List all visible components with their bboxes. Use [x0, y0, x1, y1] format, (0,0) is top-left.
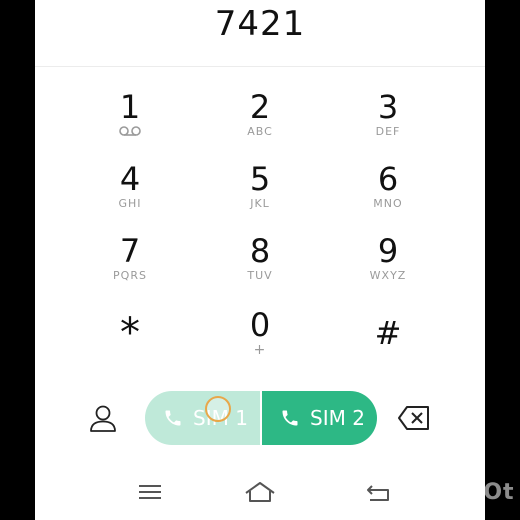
key-digit: # — [374, 314, 402, 352]
voicemail-icon — [119, 126, 141, 136]
key-7[interactable]: 7 PQRS — [75, 233, 185, 297]
key-star[interactable]: * — [75, 310, 185, 379]
key-letters: GHI — [118, 197, 142, 210]
key-digit: 1 — [119, 88, 141, 126]
dialed-number: 7421 — [214, 4, 306, 44]
phone-icon — [282, 410, 298, 426]
back-icon[interactable] — [364, 480, 394, 504]
key-6[interactable]: 6 MNO — [333, 161, 443, 225]
sim1-call-button[interactable]: SIM 1 — [145, 391, 260, 445]
key-digit: 8 — [249, 232, 271, 270]
key-letters: TUV — [247, 269, 273, 282]
key-5[interactable]: 5 JKL — [205, 161, 315, 225]
key-digit: 4 — [119, 160, 141, 198]
inshot-watermark: InShOt — [424, 480, 515, 505]
key-letters: JKL — [250, 197, 270, 210]
key-digit: 0 — [249, 306, 271, 344]
key-9[interactable]: 9 WXYZ — [333, 233, 443, 297]
key-3[interactable]: 3 DEF — [333, 89, 443, 153]
key-letters: DEF — [375, 125, 401, 138]
key-8[interactable]: 8 TUV — [205, 233, 315, 297]
dialer-screen: 7421 1 2 ABC 3 DEF 4 GHI 5 JKL 6 MNO 7 P… — [35, 0, 485, 520]
key-2[interactable]: 2 ABC — [205, 89, 315, 153]
key-digit: * — [120, 310, 140, 356]
key-digit: 3 — [377, 88, 399, 126]
key-letters: PQRS — [113, 269, 147, 282]
sim2-label: SIM 2 — [310, 406, 365, 430]
key-digit: 6 — [377, 160, 399, 198]
phone-icon — [165, 410, 181, 426]
key-digit: 9 — [377, 232, 399, 270]
key-letters: WXYZ — [369, 269, 407, 282]
key-hash[interactable]: # — [333, 315, 443, 379]
key-1[interactable]: 1 — [75, 89, 185, 153]
key-letters: MNO — [373, 197, 403, 210]
key-letters: + — [253, 342, 267, 358]
sim2-call-button[interactable]: SIM 2 — [262, 391, 377, 445]
key-digit: 2 — [249, 88, 271, 126]
person-icon[interactable] — [87, 402, 119, 434]
backspace-icon[interactable] — [397, 405, 431, 431]
key-0[interactable]: 0 + — [205, 307, 315, 371]
divider — [35, 66, 485, 67]
sim-call-buttons: SIM 1 SIM 2 — [145, 391, 377, 445]
key-4[interactable]: 4 GHI — [75, 161, 185, 225]
key-digit: 7 — [119, 232, 141, 270]
key-letters: ABC — [247, 125, 273, 138]
menu-icon[interactable] — [135, 480, 165, 504]
touch-indicator — [205, 396, 231, 422]
home-icon[interactable] — [244, 480, 276, 504]
black-border — [485, 0, 520, 520]
key-digit: 5 — [249, 160, 271, 198]
